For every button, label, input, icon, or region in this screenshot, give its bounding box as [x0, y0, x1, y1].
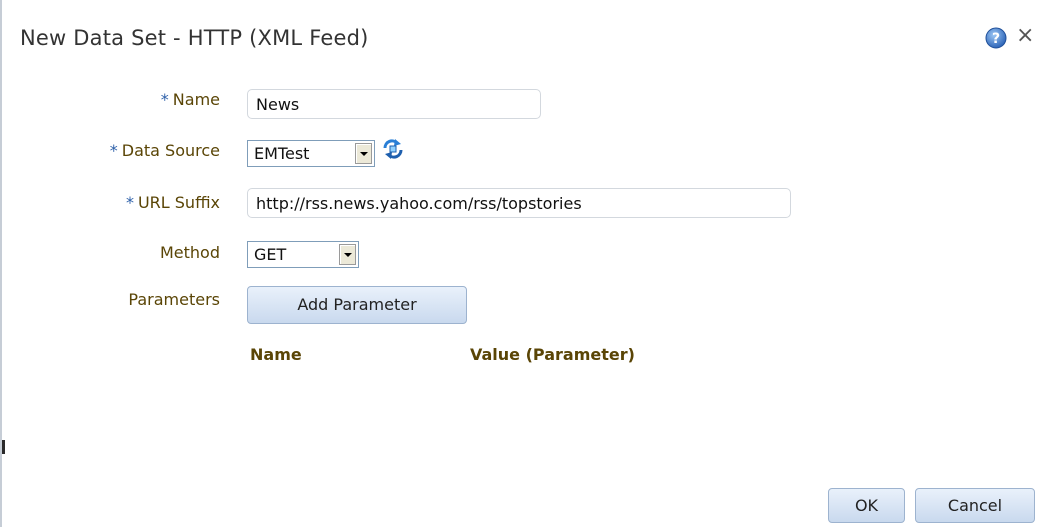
cancel-button[interactable]: Cancel: [915, 488, 1035, 523]
required-marker: *: [160, 90, 169, 109]
method-value: GET: [254, 245, 287, 264]
required-marker: *: [125, 193, 134, 212]
data-source-label-text: Data Source: [121, 141, 220, 160]
method-select[interactable]: GET: [247, 241, 359, 268]
svg-text:?: ?: [992, 31, 1000, 47]
chevron-down-icon[interactable]: [339, 244, 356, 265]
url-suffix-input[interactable]: http://rss.news.yahoo.com/rss/topstories: [247, 188, 791, 218]
new-data-set-dialog: New Data Set - HTTP (XML Feed) ? × * Name…: [0, 0, 1050, 527]
url-suffix-label-text: URL Suffix: [137, 193, 220, 212]
data-source-value: EMTest: [254, 144, 310, 163]
name-label-text: Name: [172, 90, 220, 109]
parameters-label: Parameters: [128, 290, 220, 309]
chevron-down-icon[interactable]: [355, 143, 372, 164]
help-icon[interactable]: ?: [985, 27, 1007, 49]
data-source-select[interactable]: EMTest: [247, 140, 375, 167]
dialog-title: New Data Set - HTTP (XML Feed): [20, 26, 369, 50]
method-label: Method: [159, 243, 220, 262]
parameters-column-name: Name: [250, 345, 302, 364]
resize-marker: [2, 440, 5, 454]
parameters-column-value: Value (Parameter): [470, 345, 635, 364]
required-marker: *: [109, 141, 118, 160]
url-suffix-label: * URL Suffix: [126, 193, 220, 212]
name-input[interactable]: News: [247, 89, 541, 119]
close-icon[interactable]: ×: [1016, 24, 1034, 48]
add-parameter-button[interactable]: Add Parameter: [247, 286, 467, 324]
data-source-label: * Data Source: [110, 141, 220, 160]
name-label: * Name: [161, 90, 220, 109]
ok-button[interactable]: OK: [828, 488, 905, 523]
refresh-icon[interactable]: [381, 138, 405, 160]
